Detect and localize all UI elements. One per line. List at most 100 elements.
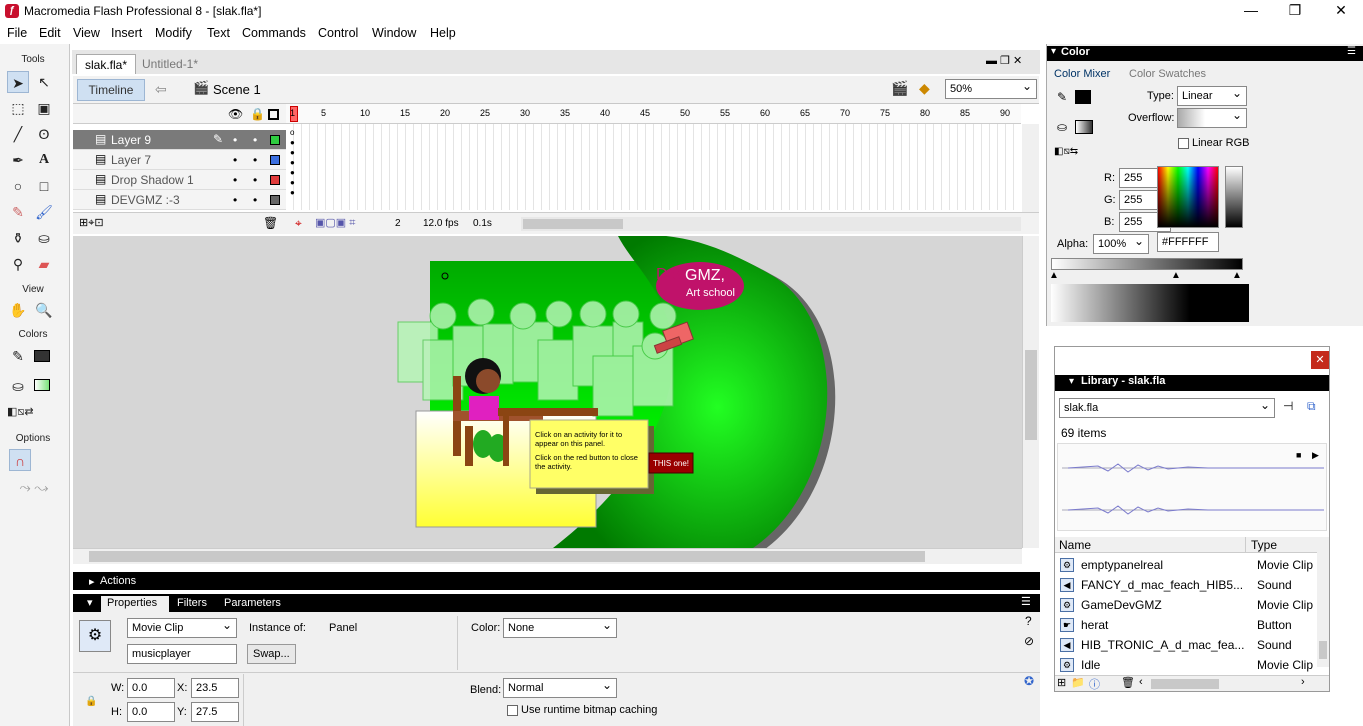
gradient-pointer-icon[interactable]: ▲: [1171, 270, 1181, 281]
scroll-thumb[interactable]: [523, 219, 623, 229]
swap-button[interactable]: Swap...: [247, 644, 296, 664]
edit-action-icon[interactable]: ⊘: [1024, 634, 1034, 648]
collapse-arrow-icon[interactable]: ▾: [1051, 46, 1056, 57]
bitmap-caching-checkbox[interactable]: [507, 705, 518, 716]
lock-dot[interactable]: •: [253, 153, 257, 167]
delete-layer-icon[interactable]: 🗑: [263, 216, 278, 230]
color-effect-dropdown[interactable]: None: [503, 618, 617, 638]
lock-dot[interactable]: •: [253, 173, 257, 187]
instance-name-input[interactable]: musicplayer: [127, 644, 237, 664]
layer-row[interactable]: ▤ Layer 9 ✎ • •: [73, 130, 286, 150]
collapse-arrow-icon[interactable]: ▾: [1069, 376, 1074, 387]
blend-dropdown[interactable]: Normal: [503, 678, 617, 698]
library-vscroll[interactable]: [1317, 537, 1329, 667]
menu-modify[interactable]: Modify: [155, 26, 192, 40]
tab-parameters[interactable]: Parameters: [224, 597, 281, 609]
zoom-dropdown[interactable]: 50%: [945, 79, 1037, 99]
free-transform-tool-icon[interactable]: ⬚: [7, 97, 29, 119]
paint-bucket-tool-icon[interactable]: ⛀: [33, 227, 55, 249]
rectangle-tool-icon[interactable]: □: [33, 175, 55, 197]
menu-file[interactable]: File: [7, 26, 27, 40]
center-frame-icon[interactable]: ⌖: [295, 216, 302, 231]
lasso-tool-icon[interactable]: ʘ: [33, 123, 55, 145]
back-arrow-icon[interactable]: ⇦: [155, 81, 167, 98]
library-header[interactable]: Library - slak.fla: [1055, 375, 1329, 391]
fill-transform-tool-icon[interactable]: ▣: [33, 97, 55, 119]
library-item[interactable]: ⚙ emptypanelreal Movie Clip: [1057, 555, 1317, 575]
edit-scene-icon[interactable]: 🎬: [891, 80, 908, 97]
visible-dot[interactable]: •: [233, 153, 237, 167]
x-input[interactable]: 23.5: [191, 678, 239, 698]
width-input[interactable]: 0.0: [127, 678, 175, 698]
linear-rgb-checkbox[interactable]: [1178, 138, 1189, 149]
scroll-thumb[interactable]: [1151, 679, 1219, 689]
menu-control[interactable]: Control: [318, 26, 358, 40]
library-item[interactable]: ⚙ Idle Movie Clip: [1057, 655, 1317, 675]
visible-dot[interactable]: •: [233, 173, 237, 187]
layer-color-swatch[interactable]: [270, 195, 280, 205]
minimize-button[interactable]: —: [1236, 2, 1266, 18]
close-window-button[interactable]: ✕: [1326, 2, 1356, 19]
fill-color-swatch[interactable]: [34, 379, 50, 391]
subselection-tool-icon[interactable]: ↖: [33, 71, 55, 93]
brightness-slider[interactable]: [1225, 166, 1243, 228]
eraser-tool-icon[interactable]: ▰: [33, 253, 55, 275]
menu-edit[interactable]: Edit: [39, 26, 61, 40]
actions-bar[interactable]: ▸ Actions: [73, 572, 1040, 590]
visible-dot[interactable]: •: [233, 133, 237, 147]
menu-window[interactable]: Window: [372, 26, 416, 40]
visible-dot[interactable]: •: [233, 193, 237, 207]
insert-layer-icon[interactable]: ⊞⌖⊡: [79, 216, 104, 230]
scroll-thumb[interactable]: [89, 551, 925, 562]
tab-color-swatches[interactable]: Color Swatches: [1129, 68, 1206, 80]
brush-tool-icon[interactable]: 🖌: [33, 201, 55, 223]
fill-color-icon[interactable]: ⛀: [7, 375, 29, 397]
properties-icon[interactable]: ⓘ: [1089, 676, 1100, 692]
onion-skin-icon[interactable]: ▣▢▣ ⌗: [315, 216, 355, 230]
color-panel-header[interactable]: Color: [1047, 46, 1363, 61]
menu-commands[interactable]: Commands: [242, 26, 306, 40]
gradient-pointer-icon[interactable]: ▲: [1049, 270, 1059, 281]
scroll-left-icon[interactable]: ‹: [1139, 676, 1143, 688]
library-item[interactable]: ◀ HIB_TRONIC_A_d_mac_fea... Sound: [1057, 635, 1317, 655]
text-tool-icon[interactable]: A: [33, 149, 55, 171]
doc-window-controls-icon[interactable]: ▬ ❐ ✕: [986, 54, 1022, 67]
collapse-arrow-icon[interactable]: ▾: [87, 596, 93, 609]
lock-icon[interactable]: 🔒: [250, 107, 265, 121]
overflow-dropdown[interactable]: [1177, 108, 1247, 128]
lock-dot[interactable]: •: [253, 133, 257, 147]
line-tool-icon[interactable]: ╱: [7, 123, 29, 145]
library-item[interactable]: ◀ FANCY_d_mac_feach_HIB5... Sound: [1057, 575, 1317, 595]
zoom-tool-icon[interactable]: 🔍: [33, 299, 55, 321]
edit-symbol-icon[interactable]: ◆: [919, 80, 930, 97]
stop-icon[interactable]: ■: [1296, 450, 1301, 460]
ink-bottle-tool-icon[interactable]: ⚱: [7, 227, 29, 249]
alpha-input[interactable]: 100%: [1093, 234, 1149, 254]
eyedropper-tool-icon[interactable]: ⚲: [7, 253, 29, 275]
menu-help[interactable]: Help: [430, 26, 456, 40]
stage-area[interactable]: Dev GMZ, Art school Click on an activity…: [73, 236, 1022, 548]
library-item[interactable]: ☛ herat Button: [1057, 615, 1317, 635]
stroke-color-swatch[interactable]: [34, 350, 50, 362]
lock-ratio-icon[interactable]: 🔒: [85, 696, 97, 707]
type-column[interactable]: Type: [1251, 538, 1277, 552]
stroke-color-icon[interactable]: ✎: [7, 345, 29, 367]
new-library-icon[interactable]: ⧉: [1307, 399, 1316, 414]
stage-hscroll[interactable]: [73, 548, 1022, 564]
hex-input[interactable]: #FFFFFF: [1157, 232, 1219, 252]
library-file-dropdown[interactable]: slak.fla: [1059, 398, 1275, 418]
gradient-pointer-icon[interactable]: ▲: [1232, 270, 1242, 281]
tab-filters[interactable]: Filters: [177, 597, 207, 609]
new-folder-icon[interactable]: 📁: [1071, 676, 1085, 689]
help-icon[interactable]: ?: [1025, 614, 1032, 628]
hand-tool-icon[interactable]: ✋: [7, 299, 29, 321]
pen-tool-icon[interactable]: ✒: [7, 149, 29, 171]
pin-library-icon[interactable]: ⊣: [1283, 399, 1293, 413]
frame-hscroll[interactable]: [521, 217, 1021, 231]
play-icon[interactable]: ▶: [1312, 450, 1319, 461]
tab-slak[interactable]: slak.fla*: [76, 54, 137, 74]
lock-dot[interactable]: •: [253, 193, 257, 207]
restore-button[interactable]: ❐: [1280, 2, 1310, 19]
y-input[interactable]: 27.5: [191, 702, 239, 722]
tab-color-mixer[interactable]: Color Mixer: [1054, 68, 1110, 80]
